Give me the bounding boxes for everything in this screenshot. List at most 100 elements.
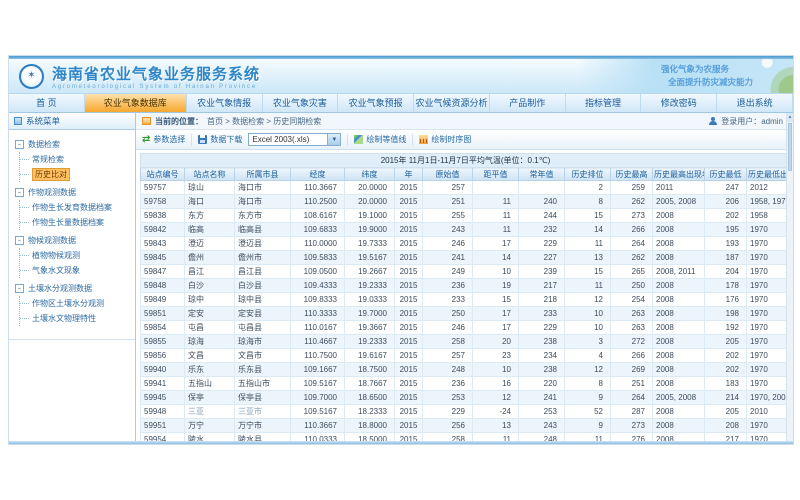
scroll-up-icon[interactable]: ▲ — [787, 113, 793, 122]
cell: 52 — [565, 405, 611, 419]
cell: 昌江县 — [235, 265, 291, 279]
cell: 2008 — [653, 209, 705, 223]
column-header: 站点编号 — [141, 168, 185, 181]
cell: 246 — [423, 321, 473, 335]
sidebar-item[interactable]: 作物生长量数据档案 — [20, 215, 133, 230]
format-select[interactable]: Excel 2003(.xls) ▼ — [248, 133, 341, 146]
nav-item[interactable]: 农业气候资源分析 — [414, 94, 490, 112]
cell: 109.1667 — [291, 363, 345, 377]
collapse-icon[interactable]: - — [15, 140, 24, 149]
sidebar-item-label: 作物生长量数据档案 — [32, 217, 104, 228]
cell: 232 — [519, 223, 565, 237]
cell: 220 — [519, 377, 565, 391]
scrollbar-thumb[interactable] — [788, 123, 792, 171]
logo — [19, 64, 44, 89]
tree-group-header[interactable]: -土壤水分观测数据 — [15, 281, 133, 296]
cell: 287 — [611, 405, 653, 419]
nav-item[interactable]: 指标管理 — [566, 94, 642, 112]
cell: 234 — [519, 349, 565, 363]
sidebar-item[interactable]: 历史比对 — [20, 167, 133, 182]
cell: 2008, 2011 — [653, 265, 705, 279]
tree-group-header[interactable]: -物候观测数据 — [15, 233, 133, 248]
cell: 240 — [519, 195, 565, 209]
column-header: 历史最高 — [611, 168, 653, 181]
tree-group-header[interactable]: -作物观测数据 — [15, 185, 133, 200]
cell: 12 — [565, 363, 611, 377]
menu-icon — [14, 117, 22, 125]
cell: 250 — [423, 307, 473, 321]
collapse-icon[interactable]: - — [15, 236, 24, 245]
cell: 59851 — [141, 307, 185, 321]
format-select-value[interactable]: Excel 2003(.xls) — [248, 133, 328, 146]
tree-children: 植物物候观测气象水文现象 — [19, 248, 133, 278]
tree-group-label: 数据检索 — [28, 139, 60, 150]
cell: 251 — [423, 195, 473, 209]
sidebar-item[interactable]: 土壤水文物理特性 — [20, 311, 133, 326]
cell: 217 — [705, 433, 747, 442]
param-select-button[interactable]: ⇄ 参数选择 — [142, 134, 185, 145]
cell: 19.2667 — [345, 265, 395, 279]
sidebar-item[interactable]: 作物生长发育数据档案 — [20, 200, 133, 215]
cell: 250 — [611, 279, 653, 293]
content-area: 系统菜单 -数据检索常规检索历史比对-作物观测数据作物生长发育数据档案作物生长量… — [9, 113, 793, 441]
cell: 241 — [423, 251, 473, 265]
sidebar-item[interactable]: 气象水文现象 — [20, 263, 133, 278]
cell: 178 — [705, 279, 747, 293]
cell: 59948 — [141, 405, 185, 419]
cell: 2015 — [395, 405, 423, 419]
nav-item[interactable]: 农业气象情报 — [187, 94, 263, 112]
cell: 3 — [565, 335, 611, 349]
vertical-scrollbar[interactable]: ▲ — [786, 113, 793, 441]
cell: 澄迈县 — [235, 237, 291, 251]
cell: 59847 — [141, 265, 185, 279]
cell: 2015 — [395, 265, 423, 279]
cell: 2010 — [747, 405, 791, 419]
data-download-button[interactable]: 数据下载 — [198, 134, 242, 145]
draw-timeseries-button[interactable]: 绘制时序图 — [419, 134, 471, 145]
title-box: 海南省农业气象业务服务系统 Agrometeorological System … — [52, 63, 260, 90]
nav-item[interactable]: 农业气象数据库 — [85, 94, 187, 112]
nav-item[interactable]: 农业气象灾害 — [263, 94, 339, 112]
nav-item[interactable]: 产品制作 — [490, 94, 566, 112]
app-subtitle: Agrometeorological System of Hainan Prov… — [52, 84, 260, 90]
cell: 1970 — [747, 419, 791, 433]
collapse-icon[interactable]: - — [15, 188, 24, 197]
toolbar-divider — [347, 134, 348, 146]
cell: 254 — [611, 293, 653, 307]
cell: 2008 — [653, 279, 705, 293]
sidebar-item[interactable]: 作物区土壤水分观测 — [20, 296, 133, 311]
cell: 三亚市 — [235, 405, 291, 419]
cell: 文昌 — [185, 349, 235, 363]
data-download-label: 数据下载 — [210, 134, 242, 145]
cell: 万宁 — [185, 419, 235, 433]
cell: 110.3667 — [291, 419, 345, 433]
nav-item[interactable]: 退出系统 — [717, 94, 793, 112]
tree-group-header[interactable]: -数据检索 — [15, 137, 133, 152]
table-row: 59945保亭保亭县109.700018.6500201525312241926… — [141, 391, 791, 405]
table-row: 59845儋州儋州市109.583319.5167201524114227132… — [141, 251, 791, 265]
cell: 五指山 — [185, 377, 235, 391]
cell: 59758 — [141, 195, 185, 209]
sidebar-item-label: 植物物候观测 — [32, 250, 80, 261]
banner-slogan-line2: 全面提升防灾减灾能力 — [668, 76, 753, 88]
nav-item[interactable]: 农业气象预报 — [338, 94, 414, 112]
cell: 59945 — [141, 391, 185, 405]
tree-children: 作物生长发育数据档案作物生长量数据档案 — [19, 200, 133, 230]
tree-group-label: 作物观测数据 — [28, 187, 76, 198]
cell: 2008 — [653, 405, 705, 419]
cell: 4 — [565, 349, 611, 363]
nav-item[interactable]: 首 页 — [9, 94, 85, 112]
chevron-down-icon[interactable]: ▼ — [328, 133, 341, 146]
cell: 238 — [519, 363, 565, 377]
cell: 1970 — [747, 237, 791, 251]
breadcrumb[interactable]: 首页 > 数据检索 > 历史同期检索 — [207, 116, 321, 127]
tree-group: -物候观测数据植物物候观测气象水文现象 — [15, 233, 133, 278]
cell: 2015 — [395, 279, 423, 293]
cell: 2008 — [653, 293, 705, 307]
sidebar-item[interactable]: 植物物候观测 — [20, 248, 133, 263]
cell: 16 — [473, 377, 519, 391]
draw-contour-button[interactable]: 绘制等值线 — [354, 134, 406, 145]
nav-item[interactable]: 修改密码 — [641, 94, 717, 112]
sidebar-item[interactable]: 常规检索 — [20, 152, 133, 167]
collapse-icon[interactable]: - — [15, 284, 24, 293]
